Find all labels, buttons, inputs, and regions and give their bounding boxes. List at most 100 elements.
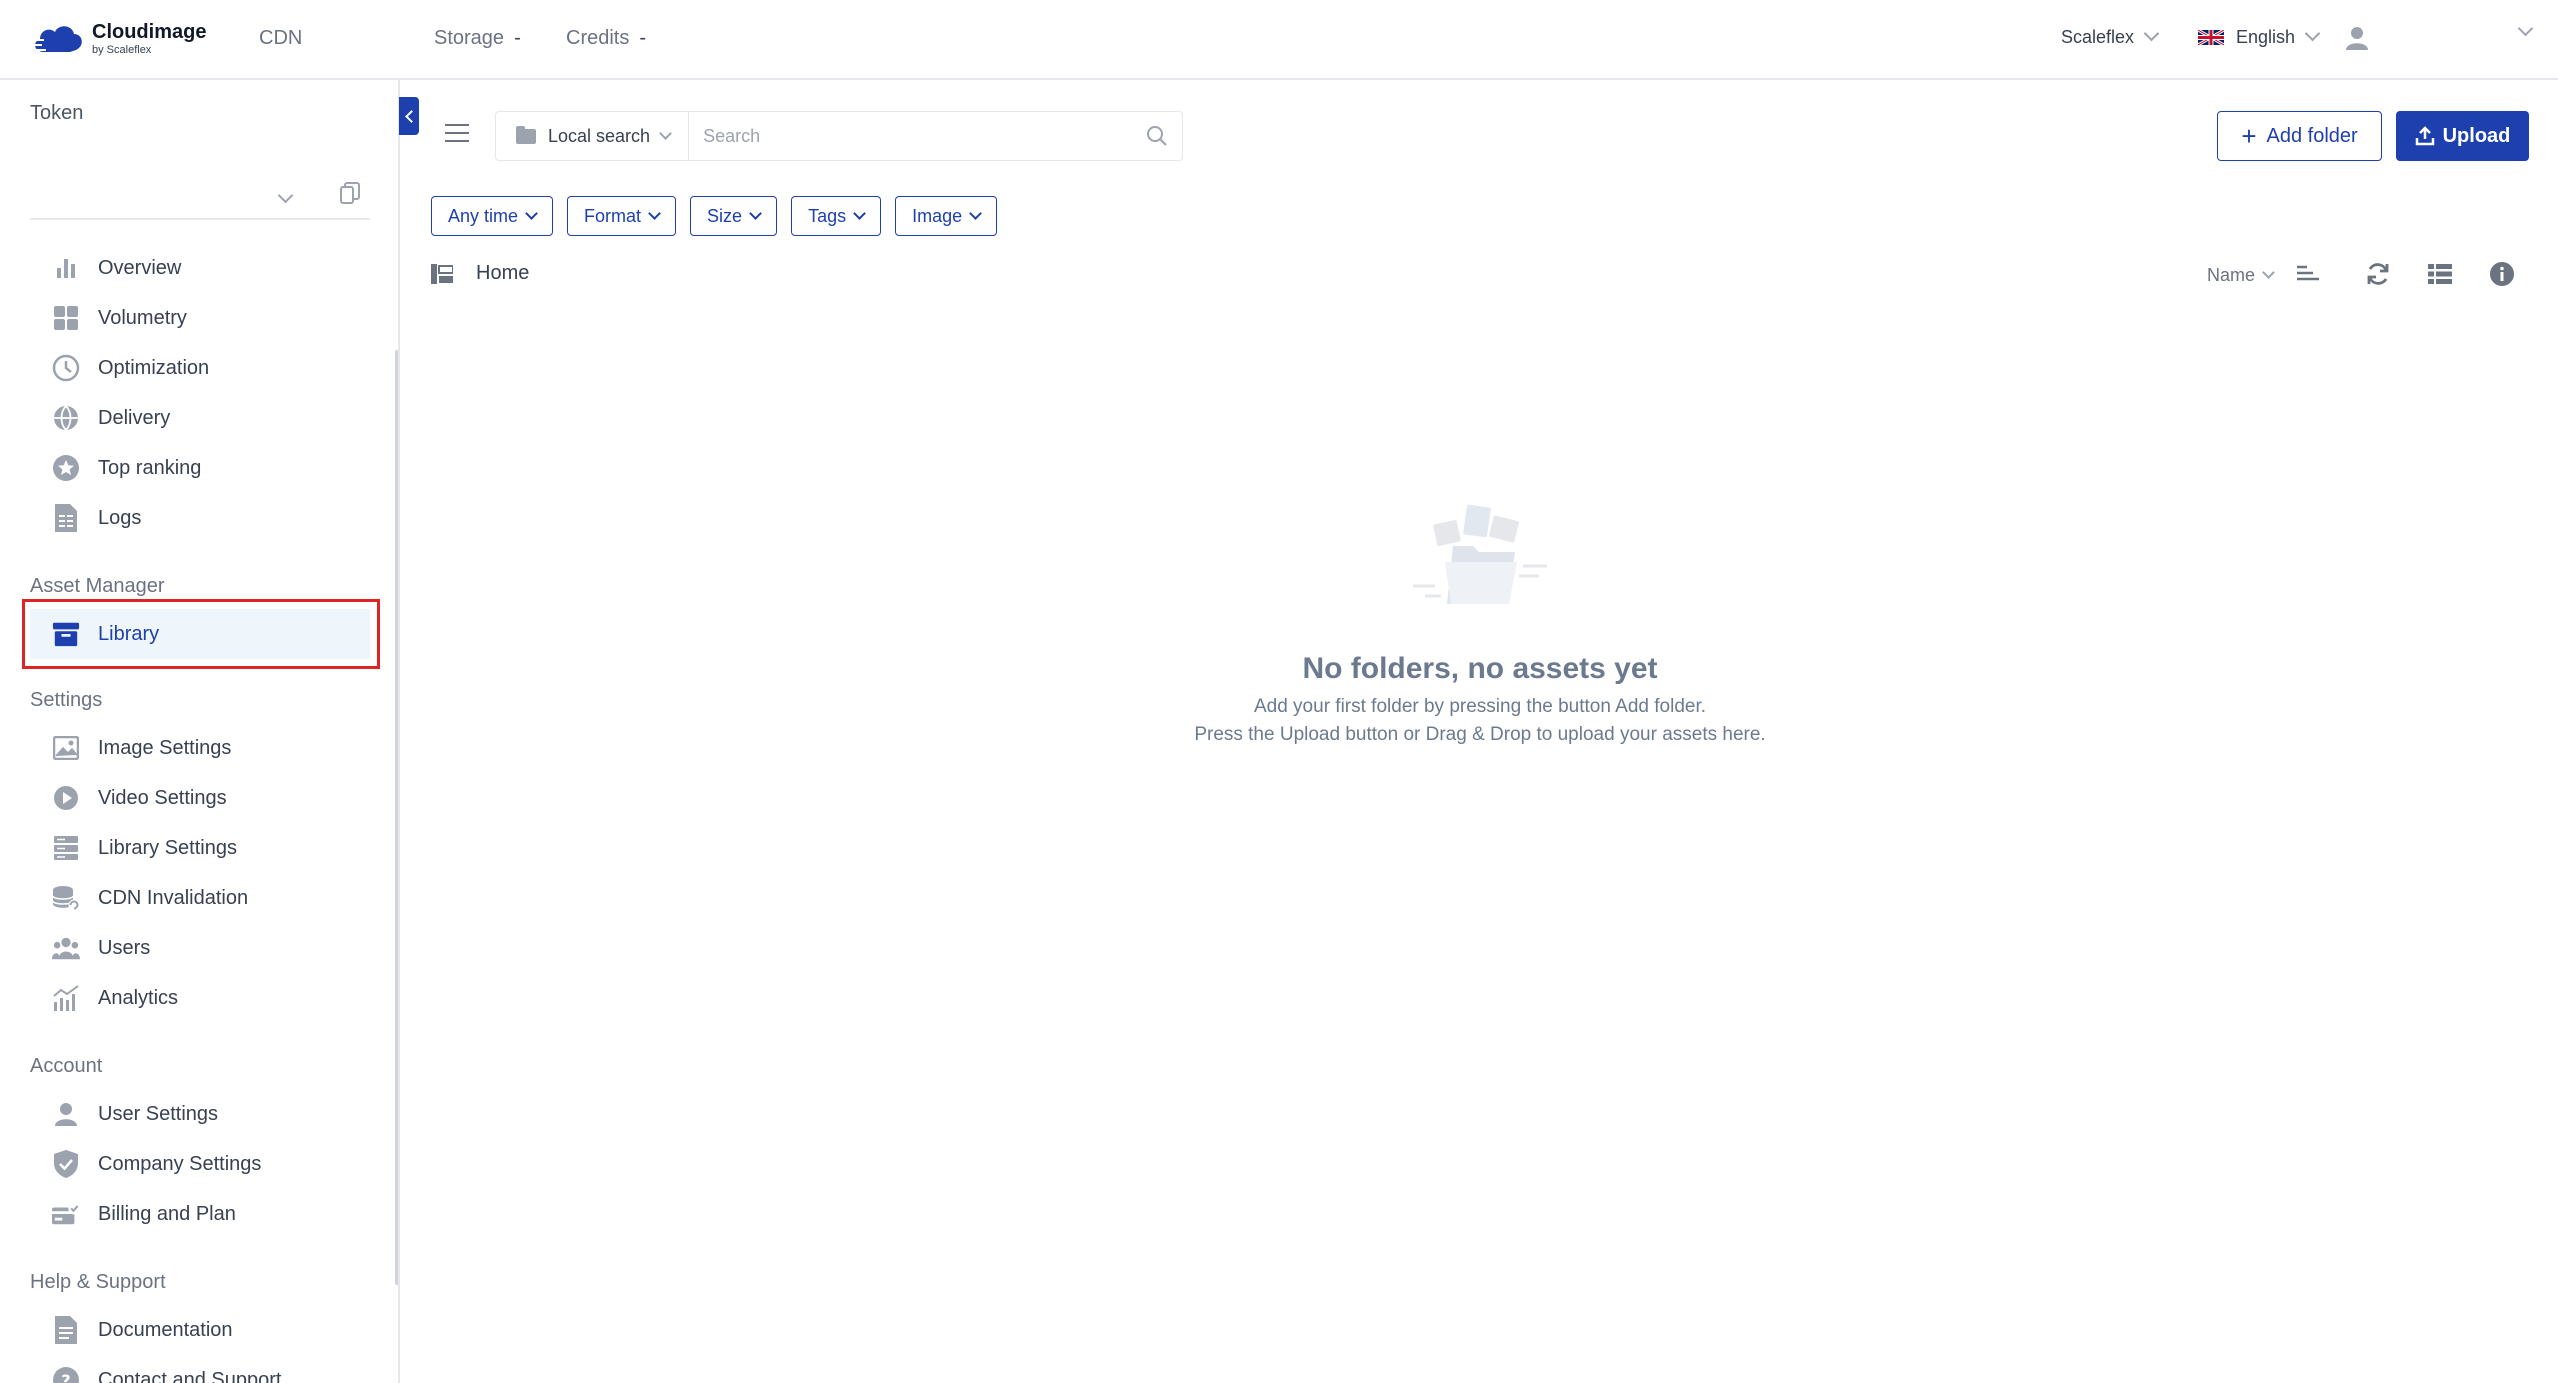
sidebar-item-video-settings[interactable]: Video Settings bbox=[30, 773, 370, 823]
sidebar-item-documentation[interactable]: Documentation bbox=[30, 1305, 370, 1355]
section-account: Account bbox=[30, 1055, 103, 1077]
chevron-down-icon bbox=[2143, 25, 2160, 42]
grid-icon bbox=[52, 304, 80, 332]
sidebar-item-label: Volumetry bbox=[98, 306, 187, 329]
search-icon[interactable] bbox=[1146, 125, 1168, 147]
sidebar-item-cdn-invalidation[interactable]: CDN Invalidation bbox=[30, 873, 370, 923]
breadcrumb-home[interactable]: Home bbox=[476, 262, 529, 285]
filter-image[interactable]: Image bbox=[895, 196, 998, 236]
upload-icon bbox=[2415, 126, 2434, 146]
database-icon bbox=[52, 884, 80, 912]
filter-tags[interactable]: Tags bbox=[791, 196, 882, 236]
bar-chart-icon bbox=[52, 254, 80, 282]
billing-icon bbox=[52, 1200, 80, 1228]
add-folder-button[interactable]: + Add folder bbox=[2217, 111, 2382, 161]
language-label: English bbox=[2236, 27, 2296, 47]
nav-cdn[interactable]: CDN bbox=[259, 27, 302, 50]
image-icon bbox=[52, 734, 80, 762]
sidebar-item-top-ranking[interactable]: Top ranking bbox=[30, 443, 370, 493]
list-view-icon[interactable] bbox=[2427, 261, 2453, 287]
highlight-box bbox=[22, 599, 380, 669]
brand-logo[interactable]: Cloudimage by Scaleflex bbox=[30, 18, 206, 60]
sidebar-item-library-settings[interactable]: Library Settings bbox=[30, 823, 370, 873]
upload-button[interactable]: Upload bbox=[2396, 111, 2529, 161]
nav-credits[interactable]: Credits - bbox=[566, 27, 646, 50]
sidebar-item-label: Video Settings bbox=[98, 786, 227, 809]
hamburger-icon bbox=[445, 124, 469, 126]
language-selector[interactable]: English bbox=[2198, 25, 2321, 48]
sidebar-item-label: Overview bbox=[98, 256, 182, 279]
sort-dropdown[interactable]: Name bbox=[2207, 265, 2275, 286]
search-scope-label: Local search bbox=[548, 125, 651, 146]
company-name: Scaleflex bbox=[2061, 27, 2135, 47]
sidebar-item-label: Company Settings bbox=[98, 1152, 262, 1175]
shield-icon bbox=[52, 1150, 80, 1178]
filter-label: Any time bbox=[448, 205, 519, 226]
upload-label: Upload bbox=[2442, 124, 2511, 147]
sidebar-item-overview[interactable]: Overview bbox=[30, 243, 370, 293]
sidebar-item-billing[interactable]: Billing and Plan bbox=[30, 1189, 370, 1239]
sort-label: Name bbox=[2207, 265, 2256, 285]
chevron-down-icon bbox=[853, 206, 866, 220]
sidebar-item-company-settings[interactable]: Company Settings bbox=[30, 1139, 370, 1189]
server-icon bbox=[52, 834, 80, 862]
book-icon bbox=[52, 1316, 80, 1344]
sidebar-item-logs[interactable]: Logs bbox=[30, 493, 370, 543]
help-icon: ? bbox=[52, 1366, 80, 1383]
user-icon bbox=[52, 1100, 80, 1128]
brand-name: Cloudimage bbox=[92, 21, 207, 43]
filter-any-time[interactable]: Any time bbox=[431, 196, 554, 236]
sidebar-item-image-settings[interactable]: Image Settings bbox=[30, 723, 370, 773]
token-select[interactable] bbox=[30, 180, 370, 220]
sidebar-collapse-button[interactable] bbox=[399, 97, 419, 135]
section-help-support: Help & Support bbox=[30, 1271, 166, 1293]
sidebar-item-optimization[interactable]: Optimization bbox=[30, 343, 370, 393]
sidebar-item-volumetry[interactable]: Volumetry bbox=[30, 293, 370, 343]
chevron-down-icon bbox=[749, 206, 762, 220]
sidebar-item-label: Users bbox=[98, 936, 151, 959]
copy-icon[interactable] bbox=[340, 182, 360, 204]
sidebar: Token Overview Volumetry Optimization De… bbox=[0, 80, 400, 1383]
sidebar-item-label: Contact and Support bbox=[98, 1368, 282, 1383]
sidebar-item-user-settings[interactable]: User Settings bbox=[30, 1089, 370, 1139]
info-icon[interactable] bbox=[2489, 261, 2515, 287]
sidebar-item-label: Image Settings bbox=[98, 736, 232, 759]
menu-toggle-button[interactable] bbox=[445, 124, 469, 142]
token-label: Token bbox=[30, 102, 84, 124]
empty-folder-illustration bbox=[1413, 504, 1547, 604]
sidebar-item-label: Billing and Plan bbox=[98, 1202, 236, 1225]
sidebar-item-label: User Settings bbox=[98, 1102, 219, 1125]
brand-subtitle: by Scaleflex bbox=[92, 44, 152, 56]
user-avatar-icon bbox=[2346, 27, 2368, 50]
filter-size[interactable]: Size bbox=[690, 196, 778, 236]
sidebar-item-label: Analytics bbox=[98, 986, 179, 1009]
account-dropdown[interactable] bbox=[2508, 20, 2534, 38]
empty-state-title: No folders, no assets yet bbox=[1302, 652, 1658, 685]
nav-storage[interactable]: Storage - bbox=[434, 27, 521, 50]
sidebar-item-contact-support[interactable]: ? Contact and Support bbox=[30, 1355, 370, 1383]
folder-icon bbox=[516, 125, 536, 144]
sidebar-item-label: Optimization bbox=[98, 356, 210, 379]
sidebar-scrollbar[interactable] bbox=[395, 350, 398, 1285]
folder-tree-icon[interactable] bbox=[431, 264, 453, 284]
sort-order-icon[interactable] bbox=[2295, 261, 2321, 287]
sidebar-item-analytics[interactable]: Analytics bbox=[30, 973, 370, 1023]
chevron-down-icon bbox=[659, 126, 672, 140]
sidebar-item-delivery[interactable]: Delivery bbox=[30, 393, 370, 443]
sidebar-item-users[interactable]: Users bbox=[30, 923, 370, 973]
filter-label: Size bbox=[707, 205, 743, 226]
filter-format[interactable]: Format bbox=[567, 196, 677, 236]
svg-text:?: ? bbox=[61, 1371, 70, 1383]
nav-credits-label: Credits bbox=[566, 27, 630, 49]
sidebar-item-label: Library Settings bbox=[98, 836, 237, 859]
search-bar: Local search bbox=[495, 111, 1183, 161]
search-scope-dropdown[interactable]: Local search bbox=[496, 112, 690, 160]
top-bar: Cloudimage by Scaleflex CDN Storage - Cre… bbox=[0, 0, 2558, 80]
add-folder-label: Add folder bbox=[2266, 124, 2358, 147]
company-selector[interactable]: Scaleflex bbox=[2061, 25, 2160, 48]
section-settings: Settings bbox=[30, 689, 103, 711]
refresh-icon[interactable] bbox=[2365, 261, 2391, 287]
search-input[interactable] bbox=[689, 112, 1146, 160]
empty-state-line-2: Press the Upload button or Drag & Drop t… bbox=[1194, 724, 1766, 745]
user-menu[interactable] bbox=[2346, 26, 2368, 50]
